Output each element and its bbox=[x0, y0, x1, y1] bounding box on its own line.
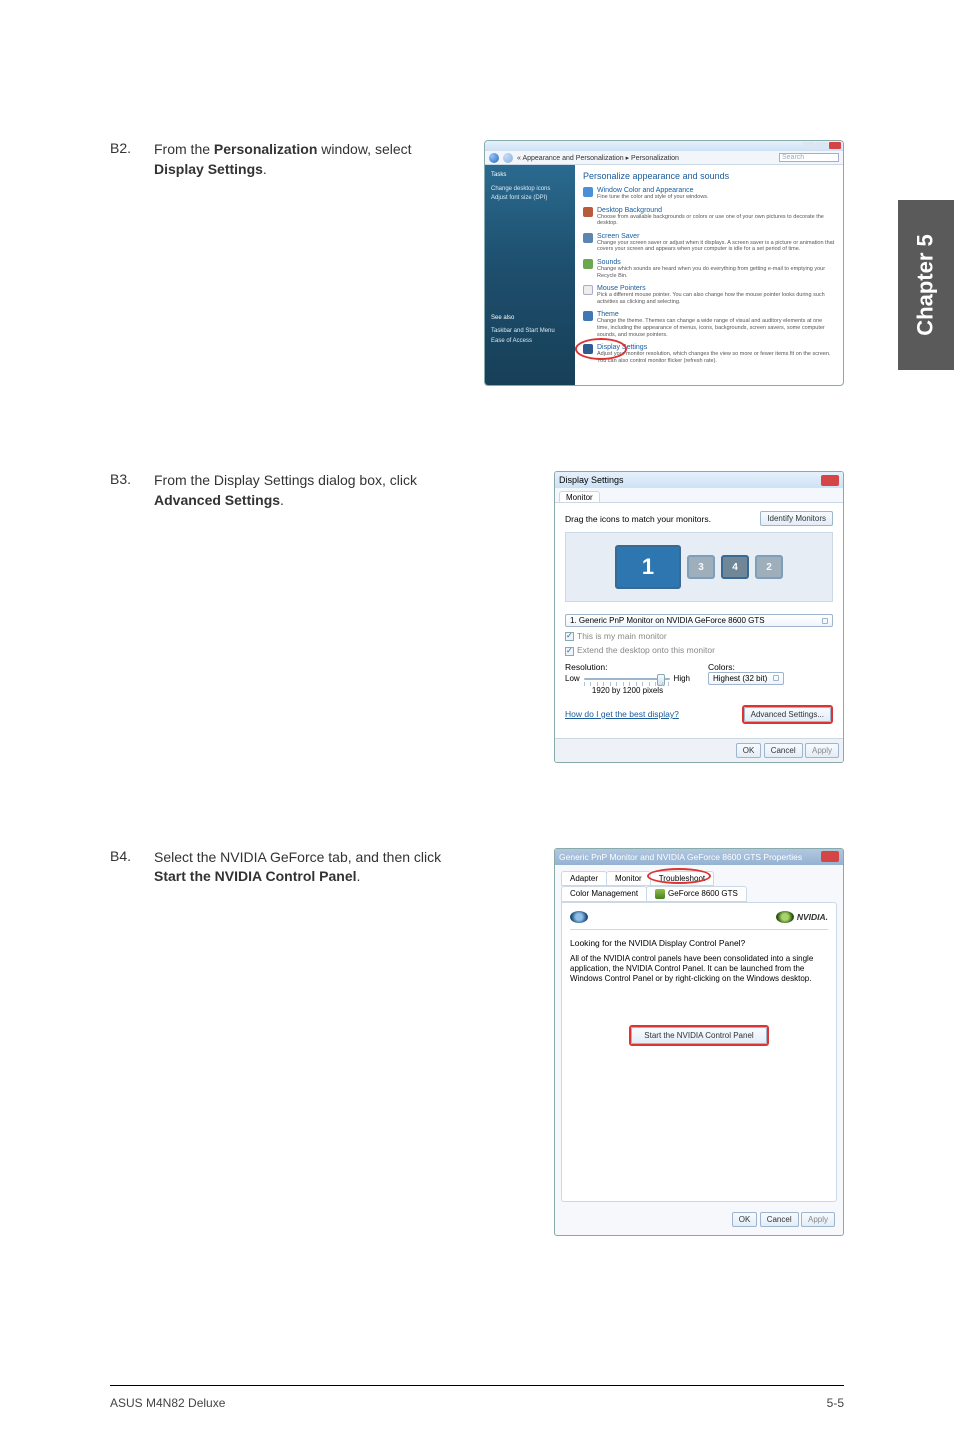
checkbox-extend-desktop[interactable] bbox=[565, 647, 574, 656]
chevron-down-icon bbox=[773, 675, 779, 681]
cancel-button[interactable]: Cancel bbox=[764, 743, 803, 758]
screen-saver-icon bbox=[583, 233, 593, 243]
nav-back-icon[interactable] bbox=[489, 153, 499, 163]
tasks-sidebar: Tasks Change desktop icons Adjust font s… bbox=[485, 165, 575, 385]
pers-item-screen-saver[interactable]: Screen SaverChange your screen saver or … bbox=[583, 233, 835, 253]
resolution-label: Resolution: bbox=[565, 662, 690, 672]
nvidia-eye-icon bbox=[776, 911, 794, 923]
properties-dialog-figure: Generic PnP Monitor and NVIDIA GeForce 8… bbox=[554, 848, 844, 1236]
pers-item-sounds[interactable]: SoundsChange which sounds are heard when… bbox=[583, 259, 835, 279]
sidebar-item[interactable]: Change desktop icons bbox=[491, 185, 569, 195]
checkbox-label: This is my main monitor bbox=[577, 631, 667, 641]
sidebar-item[interactable]: Adjust font size (DPI) bbox=[491, 194, 569, 204]
step-text: Select the NVIDIA GeForce tab, and then … bbox=[154, 848, 454, 1241]
apply-button[interactable]: Apply bbox=[801, 1212, 835, 1227]
monitor-arrangement[interactable]: 1 3 4 2 bbox=[565, 532, 833, 602]
resolution-slider[interactable]: Low High bbox=[565, 672, 690, 686]
help-link[interactable]: How do I get the best display? bbox=[565, 709, 679, 719]
step-b2: B2. From the Personalization window, sel… bbox=[110, 140, 844, 391]
personalization-main: Personalize appearance and sounds Window… bbox=[575, 165, 843, 385]
slider-high-label: High bbox=[674, 674, 690, 683]
close-button[interactable] bbox=[821, 851, 839, 862]
page-heading: Personalize appearance and sounds bbox=[583, 171, 835, 181]
cancel-button[interactable]: Cancel bbox=[760, 1212, 799, 1227]
monitor-1[interactable]: 1 bbox=[615, 545, 681, 589]
page-footer: ASUS M4N82 Deluxe 5-5 bbox=[110, 1386, 844, 1410]
identify-monitors-button[interactable]: Identify Monitors bbox=[760, 511, 833, 526]
dialog-title: Generic PnP Monitor and NVIDIA GeForce 8… bbox=[559, 852, 802, 862]
step-number: B3. bbox=[110, 471, 154, 487]
dialog-titlebar: Generic PnP Monitor and NVIDIA GeForce 8… bbox=[555, 849, 843, 865]
sidebar-heading: See also bbox=[491, 314, 569, 324]
window-color-icon bbox=[583, 187, 593, 197]
dialog-title: Display Settings bbox=[559, 475, 624, 485]
tab-monitor[interactable]: Monitor bbox=[606, 871, 651, 886]
tab-geforce[interactable]: GeForce 8600 GTS bbox=[646, 886, 747, 902]
dialog-titlebar: Display Settings bbox=[555, 472, 843, 488]
tab-monitor[interactable]: Monitor bbox=[559, 491, 600, 502]
breadcrumb[interactable]: « Appearance and Personalization ▸ Perso… bbox=[517, 154, 679, 162]
sounds-icon bbox=[583, 259, 593, 269]
tab-adapter[interactable]: Adapter bbox=[561, 871, 607, 886]
chapter-tab: Chapter 5 bbox=[898, 200, 954, 370]
nvidia-logo: NVIDIA. bbox=[776, 911, 828, 923]
question-text: Looking for the NVIDIA Display Control P… bbox=[570, 938, 828, 948]
eye-icon bbox=[570, 911, 588, 923]
personalization-window-figure: « Appearance and Personalization ▸ Perso… bbox=[484, 140, 844, 386]
checkbox-label: Extend the desktop onto this monitor bbox=[577, 645, 715, 655]
pers-item-desktop-background[interactable]: Desktop BackgroundChoose from available … bbox=[583, 207, 835, 227]
minimize-button[interactable] bbox=[803, 142, 815, 149]
nav-forward-icon[interactable] bbox=[503, 153, 513, 163]
step-number: B4. bbox=[110, 848, 154, 864]
ok-button[interactable]: OK bbox=[736, 743, 762, 758]
drag-instruction: Drag the icons to match your monitors. bbox=[565, 514, 711, 524]
colors-select[interactable]: Highest (32 bit) bbox=[708, 672, 784, 685]
step-text: From the Personalization window, select … bbox=[154, 140, 454, 391]
maximize-button[interactable] bbox=[816, 142, 828, 149]
step-b4: B4. Select the NVIDIA GeForce tab, and t… bbox=[110, 848, 844, 1241]
checkbox-main-monitor[interactable] bbox=[565, 632, 574, 641]
annotation-highlight: Start the NVIDIA Control Panel bbox=[629, 1025, 768, 1046]
step-text: From the Display Settings dialog box, cl… bbox=[154, 471, 454, 768]
close-button[interactable] bbox=[821, 475, 839, 486]
annotation-circle bbox=[575, 338, 627, 360]
step-number: B2. bbox=[110, 140, 154, 156]
footer-page-number: 5-5 bbox=[827, 1396, 844, 1410]
mouse-icon bbox=[583, 285, 593, 295]
colors-label: Colors: bbox=[708, 662, 833, 672]
explain-text: All of the NVIDIA control panels have be… bbox=[570, 954, 828, 985]
pers-item-window-color[interactable]: Window Color and AppearanceFine tune the… bbox=[583, 187, 835, 201]
close-button[interactable] bbox=[829, 142, 841, 149]
sidebar-item[interactable]: Taskbar and Start Menu bbox=[491, 327, 569, 337]
window-titlebar bbox=[485, 141, 843, 151]
pers-item-mouse-pointers[interactable]: Mouse PointersPick a different mouse poi… bbox=[583, 285, 835, 305]
monitor-select[interactable]: 1. Generic PnP Monitor on NVIDIA GeForce… bbox=[565, 614, 833, 627]
monitor-4[interactable]: 4 bbox=[721, 555, 749, 579]
theme-icon bbox=[583, 311, 593, 321]
desktop-bg-icon bbox=[583, 207, 593, 217]
vendor-eye-logo bbox=[570, 911, 588, 923]
apply-button[interactable]: Apply bbox=[805, 743, 839, 758]
footer-left: ASUS M4N82 Deluxe bbox=[110, 1396, 225, 1410]
step-b3: B3. From the Display Settings dialog box… bbox=[110, 471, 844, 768]
monitor-3[interactable]: 3 bbox=[687, 555, 715, 579]
tab-color-management[interactable]: Color Management bbox=[561, 886, 647, 902]
slider-low-label: Low bbox=[565, 674, 580, 683]
nvidia-icon bbox=[655, 889, 665, 899]
pers-item-display-settings[interactable]: Display SettingsAdjust your monitor reso… bbox=[583, 344, 835, 364]
start-nvidia-control-panel-button[interactable]: Start the NVIDIA Control Panel bbox=[631, 1027, 766, 1044]
monitor-2[interactable]: 2 bbox=[755, 555, 783, 579]
resolution-value: 1920 by 1200 pixels bbox=[565, 686, 690, 695]
annotation-highlight: Advanced Settings... bbox=[742, 705, 833, 724]
search-input[interactable]: Search bbox=[779, 153, 839, 162]
tab-troubleshoot[interactable]: Troubleshoot bbox=[650, 871, 714, 886]
advanced-settings-button[interactable]: Advanced Settings... bbox=[744, 707, 831, 722]
sidebar-heading: Tasks bbox=[491, 171, 569, 181]
display-settings-dialog-figure: Display Settings Monitor Drag the icons … bbox=[554, 471, 844, 763]
address-bar: « Appearance and Personalization ▸ Perso… bbox=[485, 151, 843, 165]
ok-button[interactable]: OK bbox=[732, 1212, 758, 1227]
sidebar-item[interactable]: Ease of Access bbox=[491, 337, 569, 347]
pers-item-theme[interactable]: ThemeChange the theme. Themes can change… bbox=[583, 311, 835, 338]
chevron-down-icon bbox=[822, 618, 828, 624]
